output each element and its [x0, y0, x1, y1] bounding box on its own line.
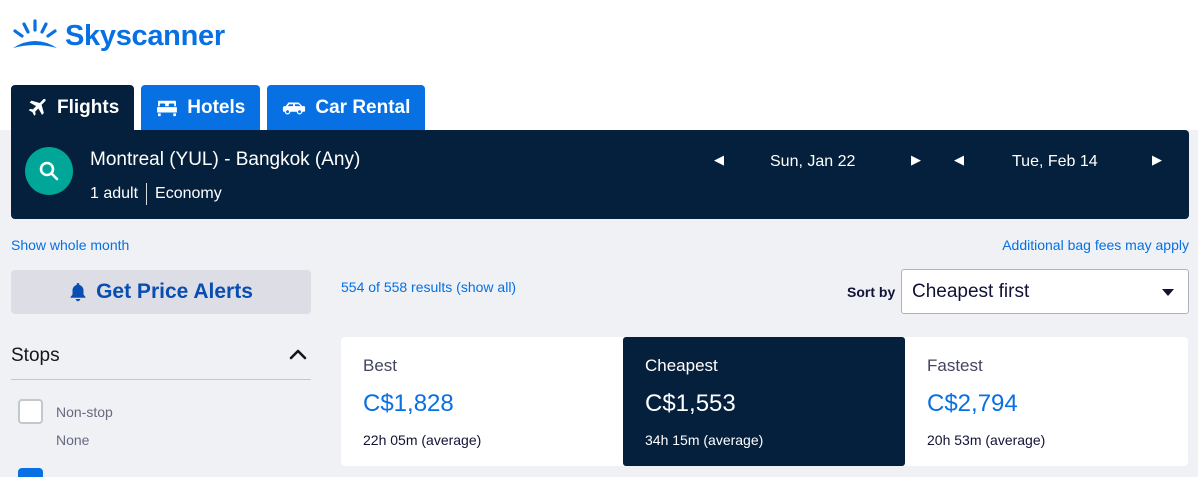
sort-tab-cheapest[interactable]: Cheapest C$1,553 34h 15m (average) — [623, 337, 905, 466]
header: Skyscanner Flights Hotels Car Rental — [0, 0, 1198, 130]
sort-select[interactable]: Cheapest first — [901, 269, 1189, 314]
skyscanner-logo[interactable]: Skyscanner — [11, 16, 225, 56]
price-alerts-label: Get Price Alerts — [96, 280, 253, 303]
sunrise-logo-icon — [13, 19, 57, 48]
sort-by-label: Sort by — [847, 284, 896, 300]
nonstop-checkbox[interactable] — [18, 399, 43, 424]
show-whole-month-link[interactable]: Show whole month — [11, 237, 129, 253]
brand-name: Skyscanner — [65, 19, 225, 52]
stops-filter-title[interactable]: Stops — [11, 345, 60, 367]
return-next-arrow-icon[interactable]: ▶ — [1150, 152, 1164, 168]
sort-tab-price: C$1,828 — [363, 390, 454, 417]
sort-tab-best[interactable]: Best C$1,828 22h 05m (average) — [341, 337, 623, 466]
price-alerts-button[interactable]: Get Price Alerts — [11, 270, 311, 314]
depart-date[interactable]: Sun, Jan 22 — [770, 153, 855, 171]
sort-tab-label: Fastest — [927, 356, 983, 375]
search-icon[interactable] — [25, 147, 73, 195]
tab-car-rental[interactable]: Car Rental — [267, 85, 426, 130]
sort-tab-label: Cheapest — [645, 356, 718, 375]
chevron-down-icon — [1162, 289, 1174, 296]
search-summary[interactable]: Montreal (YUL) - Bangkok (Any) 1 adult E… — [11, 130, 1189, 219]
bed-icon — [156, 99, 178, 117]
tab-hotels[interactable]: Hotels — [141, 85, 261, 130]
plane-icon — [26, 97, 48, 119]
sort-tab-price: C$2,794 — [927, 390, 1018, 417]
results-count-link[interactable]: 554 of 558 results (show all) — [341, 279, 516, 295]
passengers-text: 1 adult — [90, 185, 139, 202]
sort-selected-value: Cheapest first — [912, 280, 1030, 302]
bag-fees-link[interactable]: Additional bag fees may apply — [1002, 237, 1189, 253]
cabin-class-text: Economy — [155, 185, 222, 202]
passenger-info: 1 adult Economy — [90, 183, 222, 205]
sort-tab-fastest[interactable]: Fastest C$2,794 20h 53m (average) — [905, 337, 1188, 466]
vertical-tabs: Flights Hotels Car Rental — [11, 85, 426, 130]
sort-tab-duration: 20h 53m (average) — [927, 432, 1046, 448]
route-text: Montreal (YUL) - Bangkok (Any) — [90, 149, 361, 170]
tab-car-rental-label: Car Rental — [315, 96, 411, 118]
bell-icon — [69, 282, 87, 302]
chevron-up-icon[interactable] — [289, 347, 307, 365]
sort-tabs: Best C$1,828 22h 05m (average) Cheapest … — [341, 337, 1188, 466]
sort-tab-duration: 34h 15m (average) — [645, 432, 764, 448]
tab-flights-label: Flights — [57, 96, 120, 118]
depart-next-arrow-icon[interactable]: ▶ — [909, 152, 923, 168]
tab-flights[interactable]: Flights — [11, 85, 135, 130]
sort-tab-label: Best — [363, 356, 398, 375]
divider — [146, 183, 148, 205]
sort-tab-duration: 22h 05m (average) — [363, 432, 482, 448]
divider — [11, 379, 311, 380]
return-date[interactable]: Tue, Feb 14 — [1012, 153, 1098, 171]
nonstop-price: None — [56, 432, 90, 448]
depart-prev-arrow-icon[interactable]: ◀ — [712, 152, 726, 168]
sort-tab-price: C$1,553 — [645, 390, 736, 417]
tab-hotels-label: Hotels — [187, 96, 246, 118]
return-prev-arrow-icon[interactable]: ◀ — [952, 152, 966, 168]
car-icon — [282, 100, 306, 116]
nonstop-label: Non-stop — [56, 404, 113, 420]
one-stop-checkbox[interactable] — [18, 468, 43, 477]
